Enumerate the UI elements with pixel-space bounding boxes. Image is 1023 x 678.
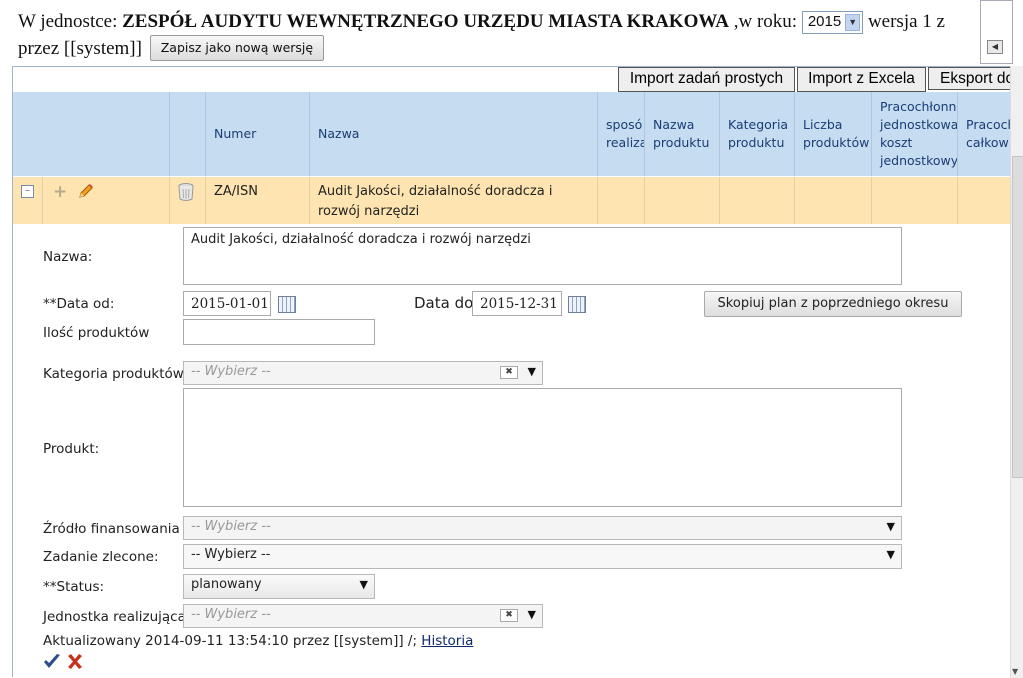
year-label: ,w roku: [733,11,798,32]
column-header-sposob[interactable]: sposó realiza [597,92,644,176]
add-icon[interactable]: + [53,182,67,202]
scroll-left-icon[interactable]: ◀ [987,40,1003,54]
row-cell-liczba [794,177,871,224]
import-simple-tasks-button[interactable]: Import zadań prostych [618,67,795,92]
ilosc-produktow-input[interactable] [183,319,375,345]
chevron-down-icon: ▼ [845,14,861,31]
data-od-field[interactable]: 2015-01-01 [183,291,271,316]
column-header-pracochlonnosc-calkowita[interactable]: Pracoch całkow [957,92,1012,176]
nazwa-textarea[interactable]: Audit Jakości, działalność doradcza i ro… [183,227,902,285]
status-select[interactable]: planowany ▼ [183,574,375,599]
ilosc-produktow-label: Ilość produktów [43,325,150,341]
save-as-new-version-button[interactable]: Zapisz jako nową wersję [149,35,325,61]
column-header-kategoria-produktu[interactable]: Kategoria produktu [719,92,794,176]
unit-header: W jednostce: ZESPÓŁ AUDYTU WEWNĘTRZNEGO … [18,9,978,62]
row-delete [169,177,205,224]
copy-previous-plan-button[interactable]: Skopiuj plan z poprzedniego okresu [704,291,962,317]
data-od-label: **Data od: [43,296,115,312]
column-header-nazwa[interactable]: Nazwa [309,92,597,176]
dropdown-arrow-icon[interactable]: ▼ [360,575,368,595]
year-value: 2015 [807,13,842,30]
last-updated-text: Aktualizowany 2014-09-11 13:54:10 przez … [43,633,417,649]
data-do-field[interactable]: 2015-12-31 [472,291,562,316]
trash-icon[interactable] [177,182,195,202]
column-header-numer[interactable]: Numer [205,92,309,176]
clear-icon[interactable]: ✖ [500,609,518,622]
dropdown-arrow-icon[interactable]: ▼ [528,362,536,382]
jednostka-realizujaca-select[interactable]: -- Wybierz -- ✖ ▼ [183,604,543,628]
row-nazwa: Audit Jakości, działalność doradcza i roz… [309,177,597,224]
dropdown-arrow-icon[interactable]: ▼ [887,517,895,537]
import-excel-button[interactable]: Import z Excela [797,67,926,92]
kategoria-produktow-label: Kategoria produktów: [43,366,188,382]
export-button[interactable]: Eksport do [928,67,1023,90]
vertical-scrollbar[interactable]: ▼ [1010,66,1023,678]
calendar-icon[interactable] [568,296,586,313]
nazwa-label: Nazwa: [43,249,93,265]
row-cell-pracochlonnosc [871,177,957,224]
row-cell-kategoria [719,177,794,224]
row-numer: ZA/ISN [205,177,309,224]
kategoria-produktow-select[interactable]: -- Wybierz -- ✖ ▼ [183,361,543,385]
produkt-label: Produkt: [43,441,100,457]
clear-icon[interactable]: ✖ [500,366,518,379]
side-panel: ◀ [980,0,1013,64]
zrodlo-finansowania-select[interactable]: -- Wybierz -- ▼ [183,516,902,540]
dropdown-arrow-icon[interactable]: ▼ [887,545,895,565]
row-cell-nazwa-produktu [644,177,719,224]
column-header-pracochlonnosc[interactable]: Pracochłonn jednostkowa koszt jednostkowy [871,92,957,176]
last-updated-info: Aktualizowany 2014-09-11 13:54:10 przez … [43,633,473,649]
scroll-down-icon[interactable]: ▼ [1012,667,1018,676]
row-cell-sposob [597,177,644,224]
data-do-label: Data do: [414,294,479,312]
collapse-icon[interactable]: – [21,185,34,198]
version-text: wersja 1 z [867,11,945,32]
column-header-nazwa-produktu[interactable]: Nazwa produktu [644,92,719,176]
cancel-x-icon[interactable] [66,653,84,670]
unit-name: ZESPÓŁ AUDYTU WEWNĘTRZNEGO URZĘDU MIASTA… [122,11,729,32]
version-author: przez [[system]] [18,38,142,59]
dropdown-arrow-icon[interactable]: ▼ [528,605,536,625]
scrollbar-thumb[interactable] [1012,156,1023,478]
header-prefix: W jednostce: [18,11,118,32]
confirm-check-icon[interactable] [43,653,61,670]
produkt-list[interactable] [183,388,902,507]
zadanie-zlecone-select[interactable]: -- Wybierz -- ▼ [183,544,902,569]
calendar-icon[interactable] [278,296,296,313]
zadanie-zlecone-label: Zadanie zlecone: [43,549,159,565]
column-header-icon [169,92,206,176]
column-header-liczba-produktow[interactable]: Liczba produktów [794,92,871,176]
history-link[interactable]: Historia [421,633,473,649]
zrodlo-finansowania-label: Źródło finansowania [43,521,180,537]
edit-pencil-icon[interactable] [77,182,95,200]
row-actions: + [42,177,169,224]
year-select[interactable]: 2015 ▼ [801,11,864,34]
jednostka-realizujaca-label: Jednostka realizująca: [43,609,191,625]
status-label: **Status: [43,579,105,595]
row-cell-pracochlonnosc-calkowita [957,177,1012,224]
